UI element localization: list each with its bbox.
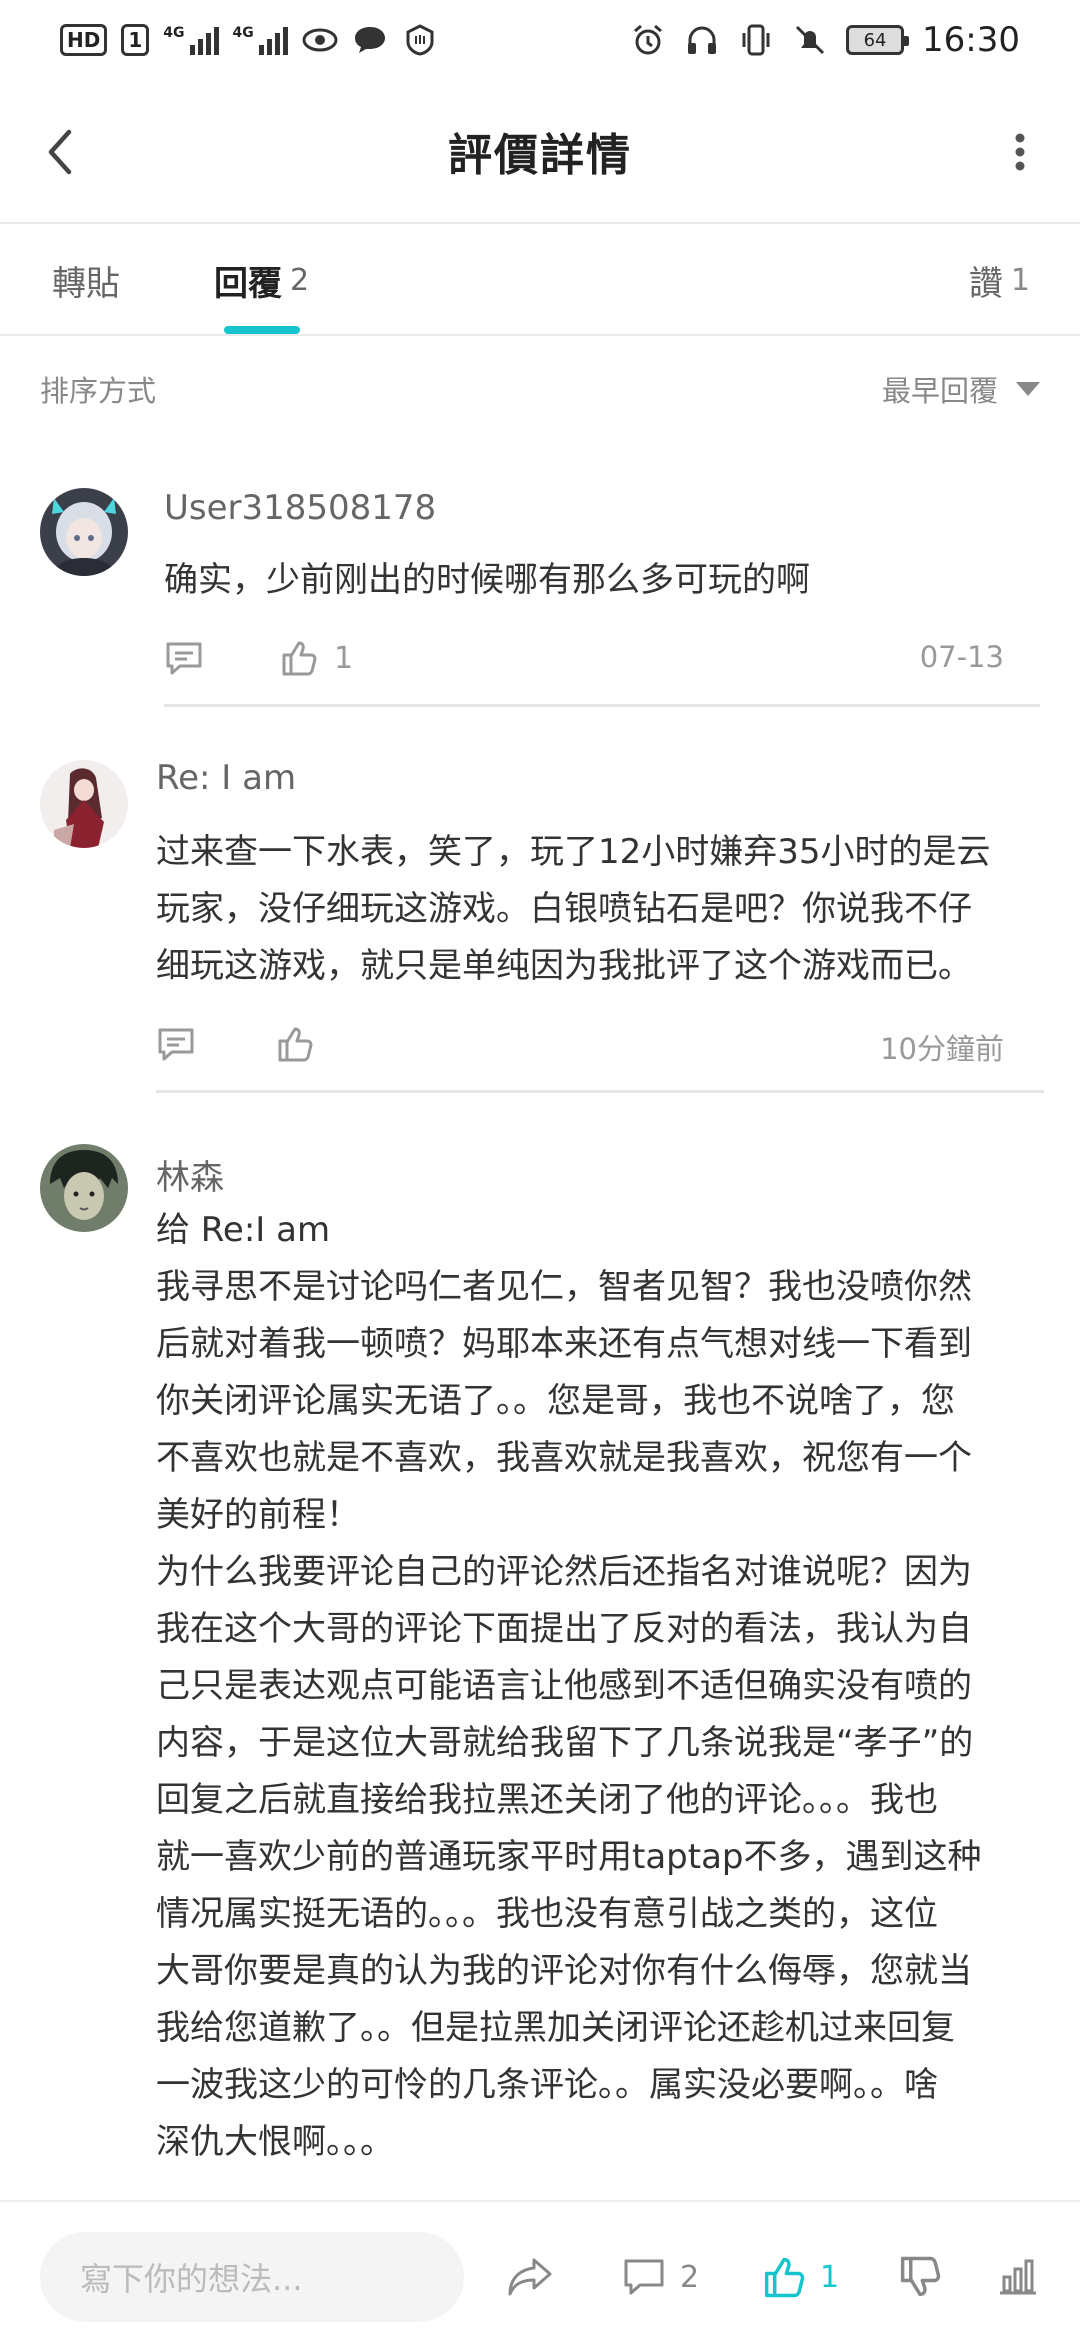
reply-button[interactable] <box>156 1026 196 1062</box>
comment-item: User318508178 确实，少前刚出的时候哪有那么多可玩的啊 1 07-1… <box>0 478 1080 708</box>
avatar[interactable] <box>40 488 128 576</box>
tab-replies[interactable]: 回覆 2 <box>214 224 309 336</box>
status-bar: HD 1 4G 4G 64 16:30 <box>0 0 1080 80</box>
thumbs-up-icon <box>278 1027 313 1062</box>
tab-replies-count: 2 <box>290 262 310 298</box>
message-icon <box>352 22 388 58</box>
vibrate-icon <box>738 22 774 58</box>
comments-count: 2 <box>680 2259 700 2295</box>
share-button[interactable] <box>506 2242 554 2312</box>
comment-divider <box>164 704 1040 707</box>
comment-input[interactable]: 寫下你的想法... <box>40 2232 464 2322</box>
thumbs-down-icon <box>900 2256 941 2297</box>
battery-level: 64 <box>863 29 887 51</box>
headphones-icon <box>684 22 720 58</box>
comment-username[interactable]: 林森 <box>156 1150 224 1199</box>
comment-text: 给 Re:I am 我寻思不是讨论吗仁者见仁，智者见智？我也没喷你然 后就对着我… <box>156 1210 982 2162</box>
tab-reshare[interactable]: 轉貼 <box>52 224 128 336</box>
signal-icon-2: 4G <box>233 25 288 55</box>
alarm-icon <box>630 22 666 58</box>
tab-likes[interactable]: 讚 1 <box>969 224 1030 336</box>
sort-label: 排序方式 <box>40 374 157 408</box>
more-options-button[interactable] <box>990 120 1050 184</box>
comment-actions: 1 <box>164 628 353 688</box>
hand-icon <box>402 22 438 58</box>
comments-button[interactable]: 2 <box>622 2242 699 2312</box>
comment-username[interactable]: Re: I am <box>156 758 296 798</box>
comment-input-placeholder: 寫下你的想法... <box>80 2260 303 2298</box>
sort-row: 排序方式 最早回覆 <box>0 336 1080 442</box>
sim-badge: 1 <box>121 24 150 56</box>
comment-text: 确实，少前刚出的时候哪有那么多可玩的啊 <box>164 560 810 600</box>
reply-button[interactable] <box>164 640 204 676</box>
bottom-action-bar: 寫下你的想法... 2 1 <box>0 2200 1080 2340</box>
tab-replies-label: 回覆 <box>214 263 282 304</box>
back-button[interactable] <box>30 120 90 184</box>
like-button-bottom[interactable]: 1 <box>762 2242 839 2312</box>
comment-item: Re: I am 过来查一下水表，笑了，玩了12小时嫌弃35小时的是云 玩家，没… <box>0 752 1080 1093</box>
status-left: HD 1 4G 4G <box>60 22 630 58</box>
comment-divider <box>156 1090 1044 1093</box>
comment-icon <box>158 1028 194 1061</box>
caret-down-icon <box>1016 382 1040 396</box>
comment-item: 林森 给 Re:I am 我寻思不是讨论吗仁者见仁，智者见智？我也没喷你然 后就… <box>0 1136 1080 2196</box>
signal-label: 4G <box>163 25 185 41</box>
like-button[interactable]: 1 <box>280 639 353 677</box>
stats-button[interactable] <box>996 2242 1040 2312</box>
thumbs-up-icon <box>282 641 317 676</box>
comment-text: 过来查一下水表，笑了，玩了12小时嫌弃35小时的是云 玩家，没仔细玩这游戏。白银… <box>156 832 991 986</box>
status-time: 16:30 <box>922 20 1020 60</box>
share-icon <box>508 2258 552 2296</box>
thumbs-up-icon <box>764 2257 805 2298</box>
signal-label-2: 4G <box>232 25 254 41</box>
eye-icon <box>302 22 338 58</box>
chevron-left-icon <box>48 129 72 175</box>
more-vertical-icon <box>1015 133 1025 171</box>
tab-likes-label: 讚 <box>968 263 1003 304</box>
signal-icon: 4G <box>163 25 219 55</box>
comment-username[interactable]: User318508178 <box>164 488 436 528</box>
page-title: 評價詳情 <box>448 130 632 181</box>
bar-chart-icon <box>1000 2259 1036 2295</box>
tab-likes-count: 1 <box>1010 262 1030 298</box>
active-tab-indicator <box>224 326 300 334</box>
sort-dropdown[interactable]: 最早回覆 <box>882 368 1040 410</box>
avatar[interactable] <box>40 1144 128 1232</box>
likes-count: 1 <box>820 2259 840 2295</box>
like-count: 1 <box>334 640 354 676</box>
battery-icon: 64 <box>846 25 910 55</box>
like-button[interactable] <box>276 1025 330 1063</box>
tab-reshare-label: 轉貼 <box>52 263 120 304</box>
sort-selected-value: 最早回覆 <box>881 374 998 408</box>
bell-muted-icon <box>792 22 828 58</box>
comment-actions <box>156 1014 330 1074</box>
top-app-bar: 評價詳情 <box>0 80 1080 224</box>
status-right: 64 16:30 <box>630 20 1020 60</box>
comment-date: 07-13 <box>919 640 1004 674</box>
hd-badge: HD <box>60 24 108 56</box>
comment-icon <box>624 2259 664 2295</box>
avatar[interactable] <box>40 760 128 848</box>
tab-bar: 轉貼 回覆 2 讚 1 <box>0 224 1080 336</box>
dislike-button[interactable] <box>898 2242 942 2312</box>
comment-date: 10分鐘前 <box>880 1032 1004 1066</box>
comment-icon <box>166 642 202 675</box>
